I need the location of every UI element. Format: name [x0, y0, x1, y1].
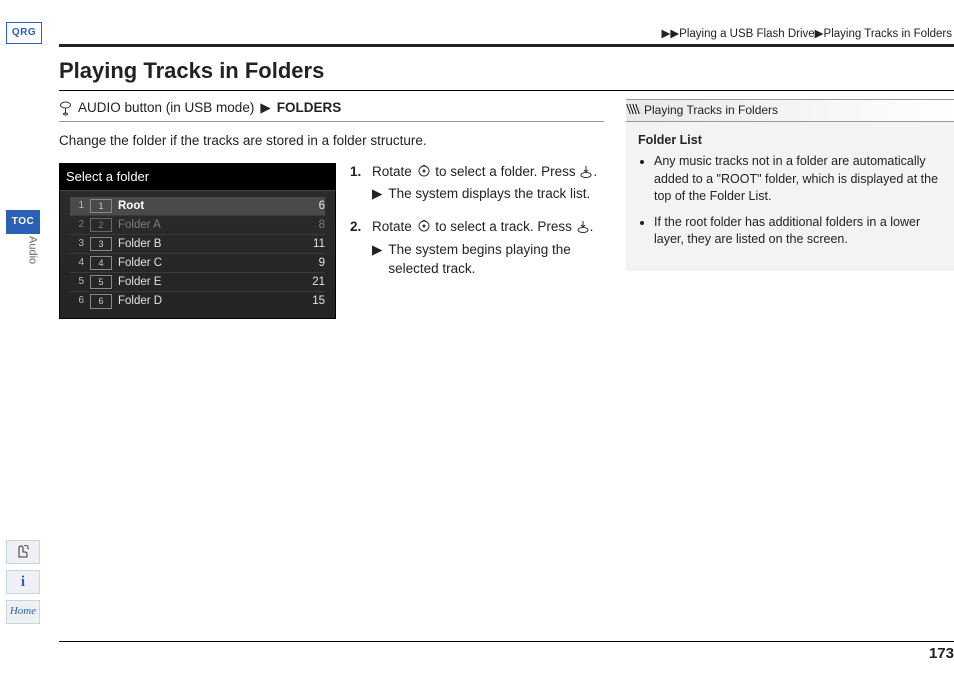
step-number: 1.: [350, 163, 366, 205]
folder-track-count: 9: [301, 255, 325, 271]
folder-icon: 4: [90, 256, 112, 271]
breadcrumb-part-1[interactable]: Playing a USB Flash Drive: [679, 28, 815, 40]
right-column: Playing Tracks in Folders Folder List An…: [626, 99, 954, 271]
step-text: Rotate to select a folder. Press .: [372, 163, 597, 182]
breadcrumb-arrows-icon: ▶▶: [661, 28, 679, 40]
device-screenshot: Select a folder 11 Root 6 22 Folder A 8 33 Fold…: [59, 163, 336, 320]
side-panel-title: Folder List: [638, 132, 942, 150]
step-text: Rotate to select a track. Press .: [372, 218, 604, 237]
home-tab[interactable]: Home: [6, 600, 40, 624]
toc-tab[interactable]: TOC: [6, 210, 40, 234]
folder-row: 44 Folder C 9: [70, 254, 325, 273]
audio-button-icon: [59, 101, 72, 115]
folder-icon: 1: [90, 199, 112, 214]
folder-row-index: 3: [70, 237, 84, 251]
breadcrumb-part-2[interactable]: Playing Tracks in Folders: [824, 28, 952, 40]
folder-track-count: 11: [301, 236, 325, 252]
intro-text: Change the folder if the tracks are stor…: [59, 132, 604, 151]
side-panel: Folder List Any music tracks not in a fo…: [626, 122, 954, 271]
folder-row-index: 5: [70, 275, 84, 289]
step: 2. Rotate to select a track. Press . ▶The …: [350, 218, 604, 279]
folder-icon: 3: [90, 237, 112, 252]
top-rule-thin: [59, 46, 954, 47]
side-panel-bullet: Any music tracks not in a folder are aut…: [654, 153, 942, 206]
page-title: Playing Tracks in Folders: [59, 56, 954, 87]
folder-icon: 5: [90, 275, 112, 290]
press-selector-icon: [579, 165, 593, 179]
folder-row: 22 Folder A 8: [70, 216, 325, 235]
step-result: The system begins playing the selected t…: [388, 241, 604, 279]
audio-section-label: Audio: [24, 236, 39, 264]
rotate-selector-icon: [416, 164, 432, 178]
bottom-rule: [59, 641, 954, 642]
page-number: 173: [929, 643, 954, 664]
folder-row: 55 Folder E 21: [70, 273, 325, 292]
folder-name: Folder D: [118, 293, 295, 309]
folders-command: FOLDERS: [277, 99, 342, 118]
step-number: 2.: [350, 218, 366, 279]
result-arrow-icon: ▶: [372, 185, 382, 204]
qrg-tab[interactable]: QRG: [6, 22, 42, 44]
main-content: Playing Tracks in Folders AUDIO button (…: [59, 56, 954, 319]
side-tabs: QRG TOC Audio i Home: [0, 0, 48, 664]
folder-name: Root: [118, 198, 295, 214]
folder-name: Folder C: [118, 255, 295, 271]
result-arrow-icon: ▶: [372, 241, 382, 279]
folder-row-index: 2: [70, 218, 84, 232]
steps: 1.Rotate to select a folder. Press .▶The…: [350, 163, 604, 320]
folder-row: 33 Folder B 11: [70, 235, 325, 254]
folder-row-index: 6: [70, 294, 84, 308]
folder-name: Folder A: [118, 217, 295, 233]
hand-pointer-icon: [15, 545, 31, 559]
command-rule: [59, 121, 604, 122]
screenshot-title: Select a folder: [60, 164, 335, 191]
folder-track-count: 6: [301, 198, 325, 214]
chevron-right-icon: ▶: [260, 99, 270, 118]
side-panel-heading: Playing Tracks in Folders: [626, 99, 954, 122]
info-tab[interactable]: i: [6, 570, 40, 594]
command-prefix: AUDIO button (in USB mode): [78, 99, 254, 118]
left-column: AUDIO button (in USB mode) ▶ FOLDERS Cha…: [59, 99, 604, 320]
press-selector-icon: [576, 220, 590, 234]
breadcrumb: ▶▶Playing a USB Flash Drive▶Playing Trac…: [59, 26, 954, 42]
folder-icon: 2: [90, 218, 112, 233]
folder-row: 11 Root 6: [70, 197, 325, 216]
side-panel-bullet: If the root folder has additional folder…: [654, 214, 942, 249]
folder-row-index: 1: [70, 199, 84, 213]
folder-icon: 6: [90, 294, 112, 309]
folder-track-count: 8: [301, 217, 325, 233]
voice-command-tab[interactable]: [6, 540, 40, 564]
command-path: AUDIO button (in USB mode) ▶ FOLDERS: [59, 99, 604, 118]
step-result: The system displays the track list.: [388, 185, 590, 204]
folder-row-index: 4: [70, 256, 84, 270]
folder-track-count: 21: [301, 274, 325, 290]
folder-track-count: 15: [301, 293, 325, 309]
folder-row: 66 Folder D 15: [70, 292, 325, 310]
folder-name: Folder B: [118, 236, 295, 252]
breadcrumb-arrow-icon: ▶: [815, 28, 824, 40]
step: 1. Rotate to select a folder. Press . ▶ The…: [350, 163, 604, 205]
title-rule: [59, 90, 954, 91]
folder-name: Folder E: [118, 274, 295, 290]
rotate-selector-icon: [416, 219, 432, 233]
